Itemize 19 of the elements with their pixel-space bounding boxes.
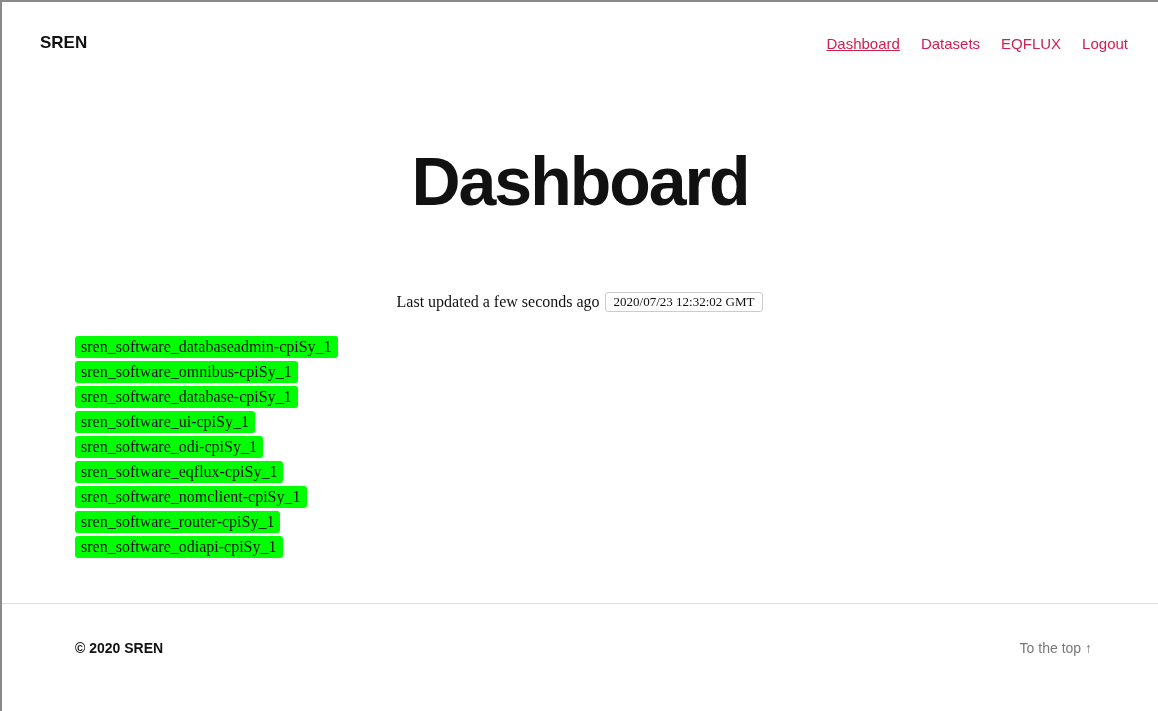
timestamp-label: 2020/07/23 12:32:02 GMT — [604, 292, 764, 312]
page-heading: Dashboard — [410, 142, 750, 215]
nav-link[interactable]: Dashboard — [826, 34, 900, 52]
site-brand: SREN — [40, 33, 88, 53]
copyright-text: © 2020 SREN — [75, 640, 164, 656]
nav-link[interactable]: EQFLUX — [1001, 34, 1062, 52]
last-updated-text: Last updated a few seconds ago — [396, 293, 600, 311]
status-tag: sren_software_odiapi-cpiSy_1 — [75, 536, 283, 558]
nav-link[interactable]: Datasets — [920, 34, 981, 52]
status-tag: sren_software_router-cpiSy_1 — [75, 511, 281, 533]
to-top-link[interactable]: To the top ↑ — [1019, 640, 1092, 656]
status-tag: sren_software_odi-cpiSy_1 — [75, 436, 263, 458]
status-tag: sren_software_eqflux-cpiSy_1 — [75, 461, 284, 483]
status-tag: sren_software_databaseadmin-cpiSy_1 — [75, 336, 338, 358]
status-tag: sren_software_omnibus-cpiSy_1 — [75, 361, 298, 383]
nav-link[interactable]: Logout — [1082, 34, 1128, 52]
status-tag: sren_software_ui-cpiSy_1 — [75, 411, 255, 433]
status-tag: sren_software_database-cpiSy_1 — [75, 386, 298, 408]
status-tag: sren_software_nomclient-cpiSy_1 — [75, 486, 307, 508]
